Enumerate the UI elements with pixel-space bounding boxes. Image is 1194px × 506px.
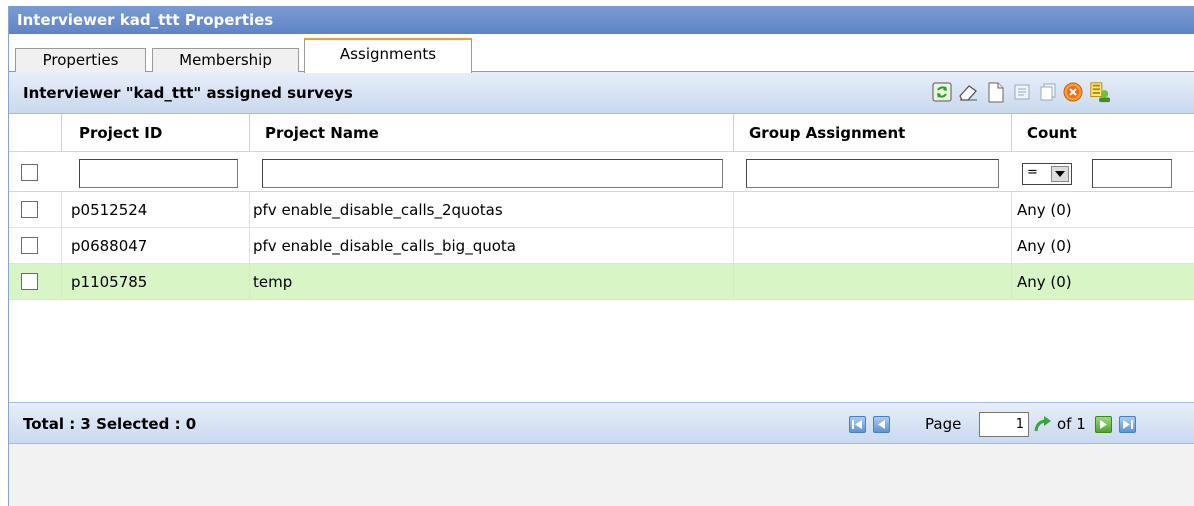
- tab-assignments[interactable]: Assignments: [304, 38, 472, 73]
- new-document-icon[interactable]: [985, 81, 1007, 103]
- project-name-cell: pfv enable_disable_calls_2quotas: [253, 201, 503, 219]
- count-cell: Any (0): [1017, 237, 1072, 255]
- column-header-group-assignment[interactable]: Group Assignment: [749, 114, 905, 151]
- project-name-filter-input[interactable]: [262, 159, 723, 188]
- count-cell: Any (0): [1017, 273, 1072, 291]
- tab-membership[interactable]: Membership: [152, 48, 299, 72]
- count-operator-value: =: [1027, 165, 1038, 180]
- grid-empty-area: [9, 300, 1194, 402]
- grid-footer: Total : 3 Selected : 0 Page 1 of 1: [9, 402, 1194, 444]
- go-to-page-icon[interactable]: [1033, 414, 1053, 438]
- table-row[interactable]: p0512524 pfv enable_disable_calls_2quota…: [9, 192, 1194, 228]
- selection-summary: Total : 3 Selected : 0: [23, 415, 197, 433]
- assign-icon[interactable]: [1089, 81, 1111, 103]
- row-checkbox[interactable]: [21, 201, 38, 218]
- table-row[interactable]: p1105785 temp Any (0): [9, 264, 1194, 300]
- column-header-project-name[interactable]: Project Name: [265, 114, 379, 151]
- grid-header: Project ID Project Name Group Assignment…: [9, 114, 1194, 152]
- copy-icon[interactable]: [1037, 81, 1059, 103]
- count-cell: Any (0): [1017, 201, 1072, 219]
- column-header-count[interactable]: Count: [1027, 114, 1077, 151]
- last-page-icon[interactable]: [1119, 416, 1136, 433]
- properties-icon[interactable]: [1011, 81, 1033, 103]
- tab-strip: Properties Membership Assignments: [9, 34, 1194, 73]
- project-id-cell: p0688047: [71, 237, 148, 255]
- window-title: Interviewer kad_ttt Properties: [9, 6, 1194, 34]
- filter-row: =: [9, 152, 1194, 192]
- page-label: Page: [925, 415, 962, 433]
- column-header-project-id[interactable]: Project ID: [79, 114, 162, 151]
- project-name-cell: pfv enable_disable_calls_big_quota: [253, 237, 516, 255]
- tab-properties[interactable]: Properties: [15, 48, 146, 72]
- page-count-label: of 1: [1057, 415, 1086, 433]
- select-all-checkbox[interactable]: [21, 164, 38, 181]
- cancel-icon[interactable]: [1062, 81, 1084, 103]
- table-row[interactable]: p0688047 pfv enable_disable_calls_big_qu…: [9, 228, 1194, 264]
- group-assignment-filter-input[interactable]: [746, 159, 999, 188]
- first-page-icon[interactable]: [849, 416, 866, 433]
- panel-bottom: [9, 444, 1194, 506]
- project-id-cell: p0512524: [71, 201, 148, 219]
- project-id-cell: p1105785: [71, 273, 148, 291]
- previous-page-icon[interactable]: [873, 416, 890, 433]
- project-id-filter-input[interactable]: [79, 159, 238, 188]
- next-page-icon[interactable]: [1095, 416, 1112, 433]
- row-checkbox[interactable]: [21, 273, 38, 290]
- page-number-input[interactable]: 1: [979, 412, 1029, 437]
- row-checkbox[interactable]: [21, 237, 38, 254]
- refresh-icon[interactable]: [931, 81, 953, 103]
- eraser-icon[interactable]: [957, 81, 979, 103]
- count-operator-select[interactable]: =: [1022, 163, 1072, 185]
- count-filter-input[interactable]: [1092, 159, 1172, 188]
- chevron-down-icon: [1051, 166, 1069, 182]
- properties-window: Interviewer kad_ttt Properties Propertie…: [8, 6, 1194, 506]
- grid-title: Interviewer "kad_ttt" assigned surveys: [23, 84, 353, 102]
- grid-toolbar: Interviewer "kad_ttt" assigned surveys: [9, 72, 1194, 114]
- project-name-cell: temp: [253, 273, 293, 291]
